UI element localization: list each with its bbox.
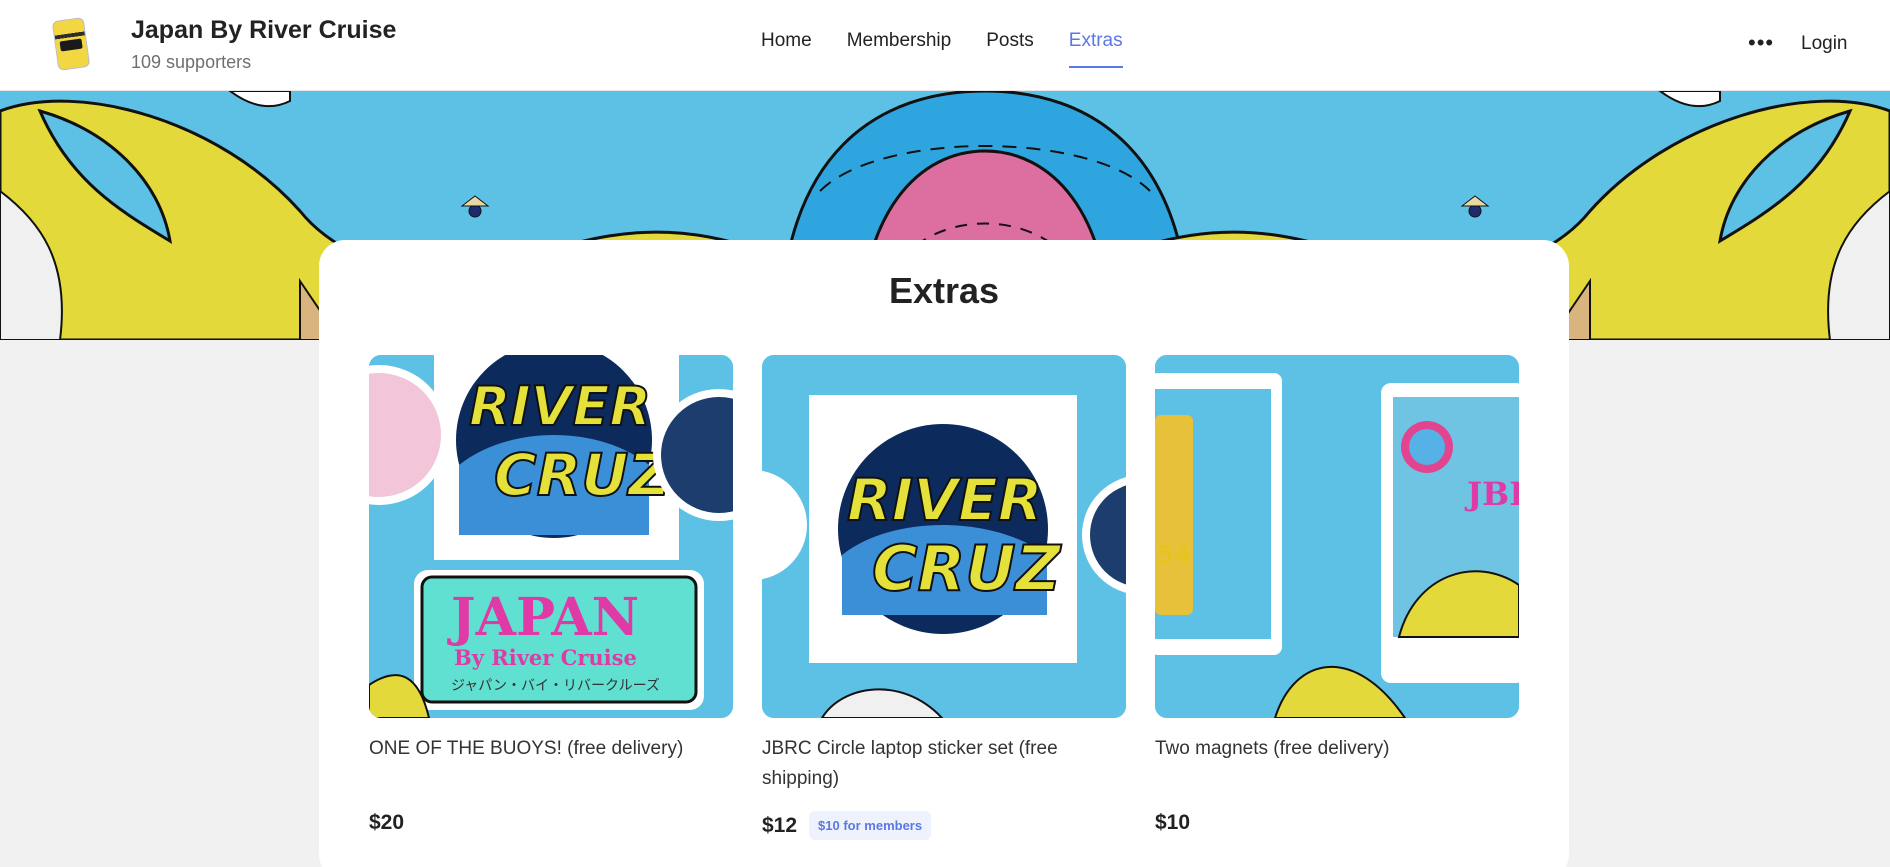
top-header: Japan By River Cruise 109 supporters Hom… [0,0,1890,91]
japan-text: JAPAN [447,587,639,648]
cruz-text: CRUZ [494,441,671,509]
product-card[interactable]: 54 JBRC Two magnets (free delivery) $10 [1155,355,1519,834]
can-label-text: 54 [1157,541,1190,569]
nav-posts[interactable]: Posts [986,30,1034,68]
product-image[interactable]: RIVER CRUZ JAPAN By River Cruise ジャパン・バイ… [369,355,733,718]
buoys-image: RIVER CRUZ JAPAN By River Cruise ジャパン・バイ… [369,355,733,718]
product-price: $10 [1155,811,1191,834]
product-price: $20 [369,811,405,834]
price-row: $12 $10 for members [762,811,932,840]
more-options-icon[interactable]: ••• [1748,30,1774,56]
product-card[interactable]: RIVER CRUZ JAPAN By River Cruise ジャパン・バイ… [369,355,733,834]
creator-title[interactable]: Japan By River Cruise [131,16,396,45]
sticker-image: RIVER CRUZ [762,355,1126,718]
product-title[interactable]: JBRC Circle laptop sticker set (free shi… [762,734,1126,794]
main-nav: Home Membership Posts Extras [761,30,1123,68]
member-price-badge: $10 for members [809,811,932,840]
nav-extras[interactable]: Extras [1068,30,1123,68]
nav-home[interactable]: Home [761,30,812,68]
product-title[interactable]: ONE OF THE BUOYS! (free delivery) [369,734,733,764]
magnets-image: 54 JBRC [1155,355,1519,718]
product-image[interactable]: 54 JBRC [1155,355,1519,718]
by-river-text: By River Cruise [454,645,637,670]
price-row: $20 [369,811,404,835]
login-button[interactable]: Login [1801,33,1848,55]
supporter-count: 109 supporters [131,52,252,72]
river-text: RIVER [847,466,1042,534]
katakana-text: ジャパン・バイ・リバークルーズ [451,678,660,694]
price-row: $10 [1155,811,1190,835]
magnet-jbrc-text: JBRC [1464,475,1519,513]
product-price: $12 [762,813,798,837]
cruz-text: CRUZ [872,532,1062,605]
product-image[interactable]: RIVER CRUZ [762,355,1126,718]
product-card[interactable]: RIVER CRUZ JBRC Circle laptop sticker se… [762,355,1126,840]
product-title[interactable]: Two magnets (free delivery) [1155,734,1519,764]
page-title: Extras [888,270,1000,311]
extras-card: Extras RIVER CRUZ JAPAN By River Cruise … [319,240,1569,867]
creator-logo[interactable] [51,17,91,71]
nav-membership[interactable]: Membership [847,30,952,68]
river-text: RIVER [469,375,651,438]
